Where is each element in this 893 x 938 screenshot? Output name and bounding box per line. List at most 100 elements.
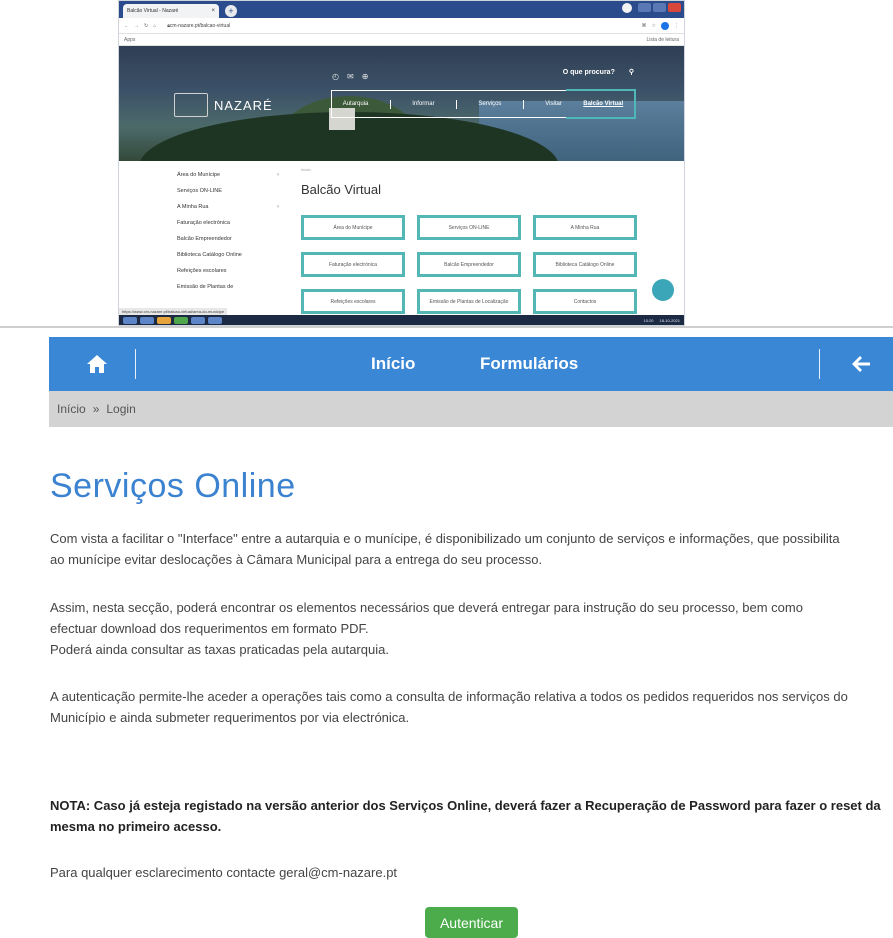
status-url: https://www.cm-nazare.pt/balcao-virtual/… [119,308,228,315]
site-nav-informar[interactable]: Informar [412,101,434,107]
new-tab-icon[interactable]: + [225,5,237,17]
accessibility-icon[interactable]: ◴ [332,72,339,81]
browser-tab[interactable]: Balcão Virtual - Nazaré × [123,4,219,18]
embedded-browser-screenshot: Balcão Virtual - Nazaré × + ← → ↻ ⌂ 🔒︎ c… [118,0,685,326]
account-icon[interactable] [661,21,669,30]
logo-mark-icon [174,93,208,117]
minimize-button[interactable] [638,3,651,12]
site-logo[interactable]: NAZARÉ [174,93,273,117]
breadcrumb-home[interactable]: Início [57,402,86,416]
paragraph-line: NOTA: Caso já esteja registado na versão… [50,798,881,813]
sidebar-item-biblioteca[interactable]: Biblioteca Catálogo Online [119,247,291,263]
card-balcao-empreendedor[interactable]: Balcão Empreendedor [417,252,521,277]
paragraph-line: Assim, nesta secção, poderá encontrar os… [50,600,803,615]
paragraph-line: Município e ainda submeter requerimentos… [50,710,410,725]
taskbar-app-icon[interactable] [191,316,205,324]
address-text: cm-nazare.pt/balcao-virtual [169,22,231,29]
card-refeicoes[interactable]: Refeições escolares [301,289,405,314]
sidebar-item-minha-rua[interactable]: A Minha Rua › [119,199,291,215]
maximize-button[interactable] [653,3,666,12]
hero-quick-icons: ◴ ✉ ⊕ [332,72,368,81]
sidebar-item-label: Serviços ON-LINE [177,188,222,194]
site-main-nav: Autarquia Informar Serviços Visitar Balc… [331,89,636,119]
forward-icon[interactable]: → [134,23,139,29]
reading-list[interactable]: Lista de leitura [646,37,679,43]
sidebar-item-balcao-empreendedor[interactable]: Balcão Empreendedor [119,231,291,247]
browser-tab-strip: Balcão Virtual - Nazaré × + [119,1,684,18]
arrow-left-icon[interactable] [849,352,873,376]
site-search[interactable]: O que procura? ⚲ [562,68,634,77]
close-window-button[interactable] [668,3,681,12]
sidebar-item-area-municipe[interactable]: Área do Munícipe › [119,167,291,183]
auth-paragraph: A autenticação permite-lhe aceder a oper… [50,686,893,730]
mail-icon[interactable]: ✉ [347,72,354,81]
menu-icon[interactable]: ⋮ [674,23,679,29]
sidebar-item-faturacao[interactable]: Faturação electrónica [119,215,291,231]
sidebar-item-label: Refeições escolares [177,268,227,274]
site-nav-autarquia[interactable]: Autarquia [343,101,369,107]
nav-link-inicio[interactable]: Início [371,354,415,374]
profile-icon[interactable] [622,3,632,13]
card-area-municipe[interactable]: Área do Munícipe [301,215,405,240]
site-hero: ◴ ✉ ⊕ O que procura? ⚲ NAZARÉ Autarquia … [119,46,684,161]
nav-link-formularios[interactable]: Formulários [480,354,578,374]
contact-paragraph: Para qualquer esclarecimento contacte ge… [50,865,398,880]
card-plantas[interactable]: Emissão de Plantas de Localização [417,289,521,314]
site-nav-servicos[interactable]: Serviços [478,101,501,107]
apps-bookmark[interactable]: Apps [124,37,135,43]
site-nav-visitar[interactable]: Visitar [545,101,562,107]
sidebar-item-label: Emissão de Plantas de [177,284,234,290]
globe-icon[interactable]: ⊕ [362,72,369,81]
intro-paragraph: Com vista a facilitar o "Interface" entr… [50,528,893,572]
breadcrumb-current: Login [106,402,136,416]
note-paragraph: NOTA: Caso já esteja registado na versão… [50,795,893,839]
card-minha-rua[interactable]: A Minha Rua [533,215,637,240]
sidebar-item-servicos-online[interactable]: Serviços ON-LINE [119,183,291,199]
sidebar-item-label: A Minha Rua [177,204,209,210]
home-icon[interactable]: ⌂ [153,23,156,29]
tray-clock: 10:20 [643,317,654,323]
search-icon[interactable]: ⚲ [629,68,634,76]
page-title: Serviços Online [50,467,296,505]
card-contactos[interactable]: Contactos [533,289,637,314]
reload-icon[interactable]: ↻ [144,23,148,29]
os-taskbar: 10:20 18-10-2021 [119,315,684,325]
close-tab-icon[interactable]: × [211,8,215,14]
site-heading: Balcão Virtual [301,182,381,197]
sidebar-item-plantas[interactable]: Emissão de Plantas de [119,279,291,295]
sidebar-item-refeicoes[interactable]: Refeições escolares [119,263,291,279]
card-faturacao[interactable]: Faturação electrónica [301,252,405,277]
site-search-label: O que procura? [562,68,615,76]
star-icon[interactable]: ☆ [652,23,656,29]
paragraph-line: ao munícipe evitar deslocações à Câmara … [50,552,543,567]
chat-fab-button[interactable] [652,279,674,301]
nav-divider [456,99,457,109]
sidebar-item-label: Área do Munícipe [177,172,221,178]
window-controls [622,3,681,13]
taskbar-app-icon[interactable] [140,316,154,324]
info-paragraph: Assim, nesta secção, poderá encontrar os… [50,597,893,661]
taskbar-app-icon[interactable] [174,316,188,324]
paragraph-line: mesma no primeiro acesso. [50,819,222,834]
chevron-right-icon: › [277,172,279,178]
system-tray: 10:20 18-10-2021 [644,318,684,323]
top-nav-bar: Início Formulários [49,337,893,391]
section-divider [0,326,893,328]
start-button[interactable] [123,316,137,324]
bookmarks-bar: Apps Lista de leitura [119,34,684,46]
chevron-right-icon: › [277,204,279,210]
nav-accent-frame [566,89,636,119]
tab-title: Balcão Virtual - Nazaré [127,8,179,14]
address-bar[interactable]: 🔒︎ cm-nazare.pt/balcao-virtual [161,21,236,31]
card-biblioteca[interactable]: Biblioteca Catálogo Online [533,252,637,277]
taskbar-app-icon[interactable] [157,316,171,324]
home-icon[interactable] [85,352,109,376]
back-icon[interactable]: ← [124,23,129,29]
translate-icon[interactable]: ⌘ [642,23,647,29]
site-content: Área do Munícipe › Serviços ON-LINE A Min… [119,161,684,318]
site-breadcrumb[interactable]: Início [301,167,684,172]
paragraph-line: efectuar download dos requerimentos em f… [50,621,369,636]
card-servicos-online[interactable]: Serviços ON-LINE [417,215,521,240]
authenticate-button[interactable]: Autenticar [425,907,518,938]
taskbar-app-icon[interactable] [208,316,222,324]
